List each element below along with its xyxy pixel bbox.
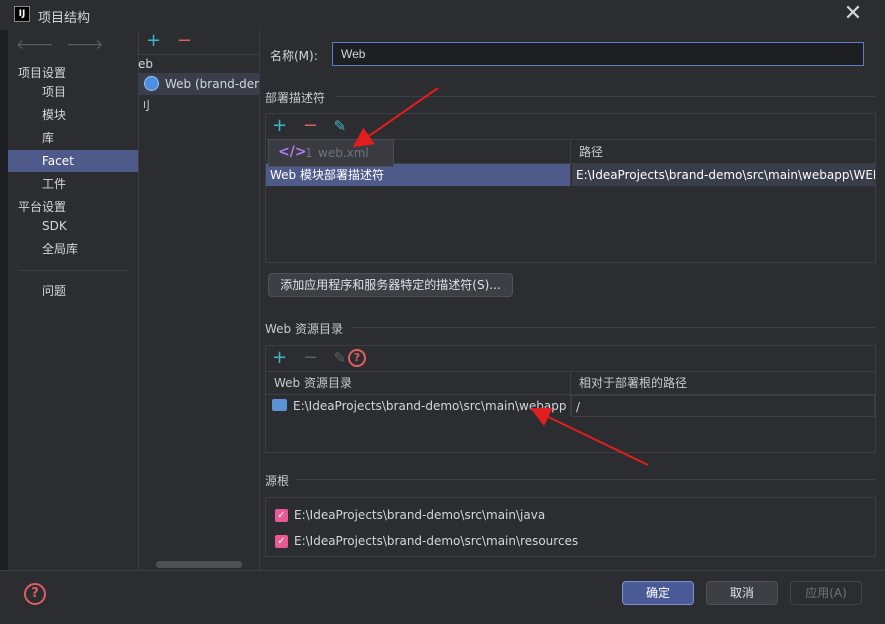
annotation-arrow-2 [530, 407, 649, 466]
annotation-arrows [352, 87, 649, 466]
annotation-arrow-1 [352, 87, 439, 148]
